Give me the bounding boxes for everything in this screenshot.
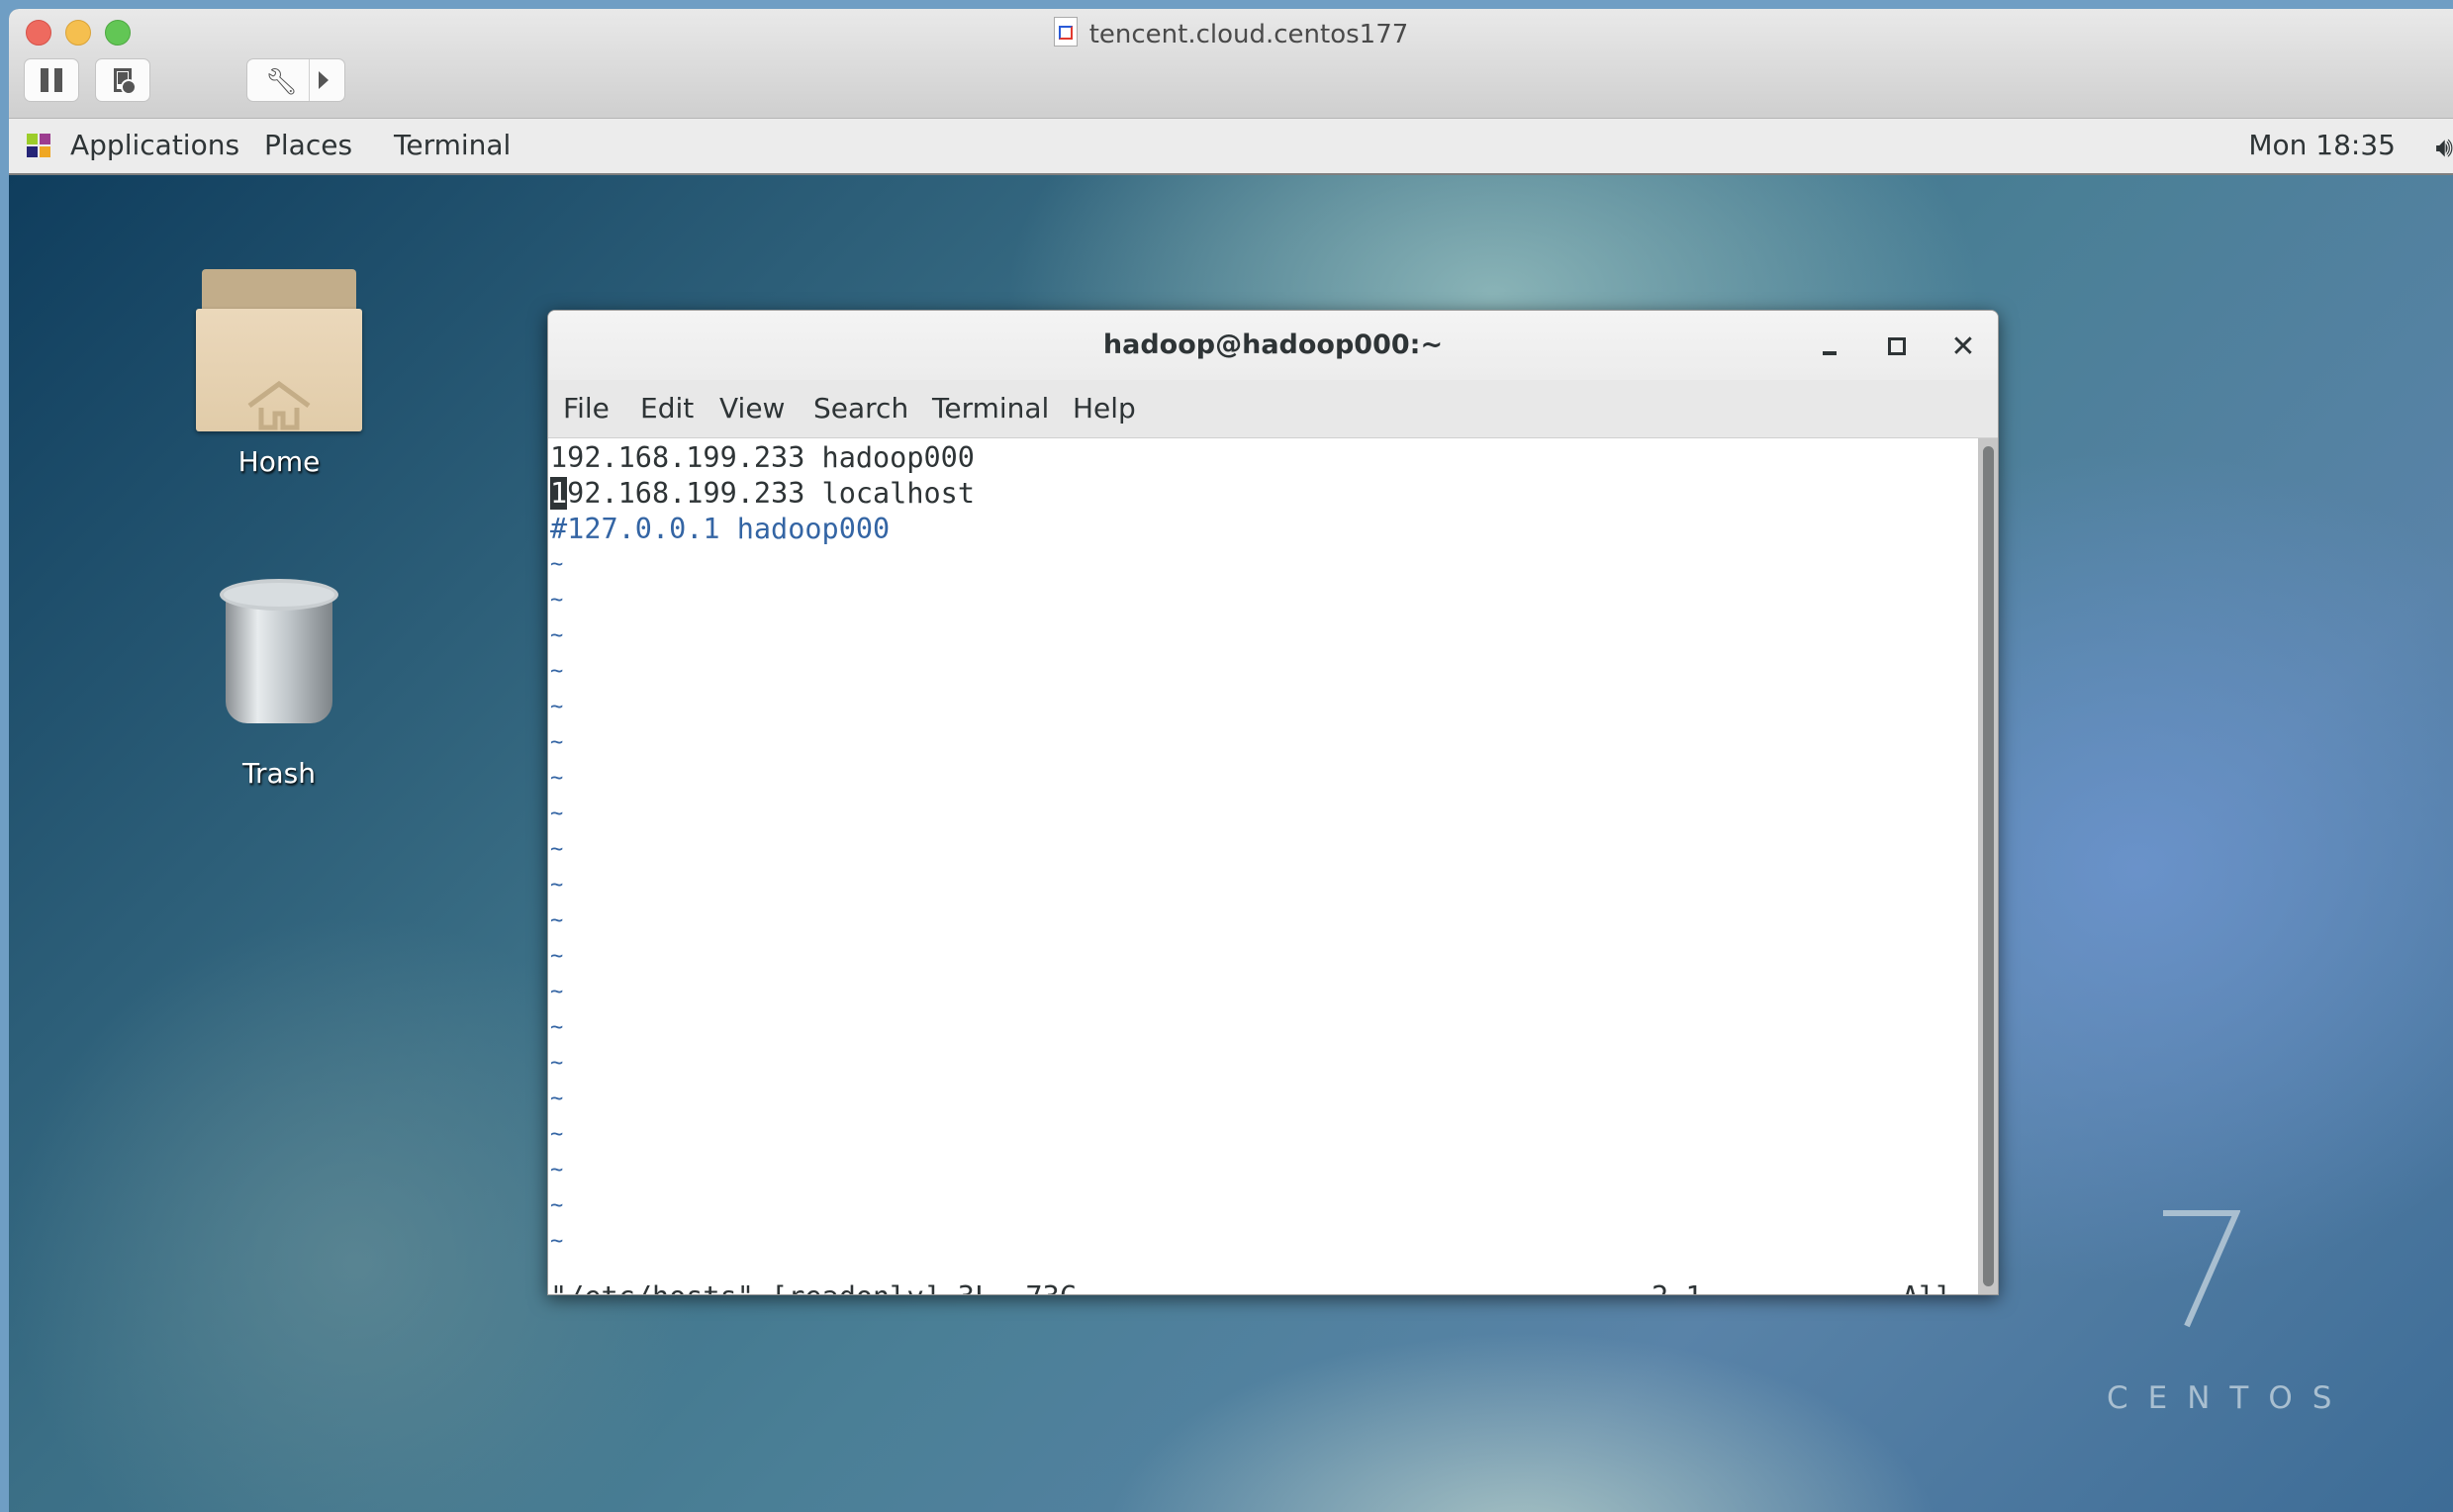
desktop-icon-trash[interactable]: Trash	[160, 579, 398, 790]
empty-line-marker: ~	[550, 552, 564, 577]
menu-file[interactable]: File	[563, 392, 610, 425]
centos-version-watermark	[2163, 1210, 2240, 1328]
desktop-icon-home[interactable]: Home	[160, 269, 398, 478]
desktop-icon-label: Trash	[242, 757, 316, 790]
file-line-text: 92.168.199.233 localhost	[567, 477, 975, 510]
scrollbar[interactable]	[1978, 438, 1998, 1294]
close-icon: ✕	[1950, 329, 1976, 364]
terminal-app-menu[interactable]: Terminal	[394, 129, 511, 161]
empty-line-marker: ~	[550, 944, 564, 969]
terminal-content[interactable]: 192.168.199.233 hadoop000 192.168.199.23…	[548, 438, 1978, 1294]
terminal-window: hadoop@hadoop000:~ ✕ File Edit View Sear…	[547, 310, 1999, 1295]
menu-edit[interactable]: Edit	[640, 392, 694, 425]
menu-help[interactable]: Help	[1073, 392, 1136, 425]
empty-line-marker: ~	[550, 1051, 564, 1076]
empty-line-marker: ~	[550, 588, 564, 613]
terminal-menubar: File Edit View Search Terminal Help	[548, 380, 1998, 438]
file-line: 192.168.199.233 localhost	[550, 476, 975, 512]
speaker-icon[interactable]: 🔊︎	[2435, 131, 2453, 164]
host-title-text: tencent.cloud.centos177	[1088, 20, 1409, 49]
cursor-position: 2,1	[1651, 1279, 1702, 1294]
empty-line-marker: ~	[550, 1122, 564, 1147]
terminal-titlebar[interactable]: hadoop@hadoop000:~ ✕	[548, 311, 1998, 381]
snapshot-button[interactable]	[95, 58, 150, 102]
file-line-comment: #127.0.0.1 hadoop000	[550, 513, 891, 545]
places-menu[interactable]: Places	[264, 129, 352, 161]
snapshot-icon	[114, 68, 137, 95]
empty-line-marker: ~	[550, 1229, 564, 1254]
menu-search[interactable]: Search	[813, 392, 908, 425]
minimize-button[interactable]	[1808, 325, 1851, 368]
trash-icon	[220, 579, 338, 727]
empty-line-marker: ~	[550, 873, 564, 898]
wrench-icon: 🔧︎	[265, 67, 299, 97]
maximize-button[interactable]	[1875, 325, 1919, 368]
host-titlebar: tencent.cloud.centos177 🔧︎	[9, 9, 2453, 119]
empty-line-marker: ~	[550, 1087, 564, 1111]
clock[interactable]: Mon 18:35	[2248, 129, 2396, 161]
empty-line-marker: ~	[550, 766, 564, 791]
scroll-position: All	[1902, 1279, 1952, 1294]
triangle-right-icon[interactable]	[319, 71, 329, 89]
vim-status-message: "/etc/hosts" [readonly] 3L, 73C	[550, 1279, 1077, 1294]
empty-line-marker: ~	[550, 623, 564, 648]
empty-line-marker: ~	[550, 730, 564, 755]
menu-terminal[interactable]: Terminal	[932, 392, 1049, 425]
vm-document-icon	[1053, 17, 1078, 47]
settings-button[interactable]: 🔧︎	[246, 58, 345, 102]
empty-line-marker: ~	[550, 1015, 564, 1040]
empty-line-marker: ~	[550, 908, 564, 933]
minimize-icon	[1823, 351, 1837, 355]
host-window-title: tencent.cloud.centos177	[9, 17, 2453, 49]
divider	[309, 59, 310, 101]
scrollbar-thumb[interactable]	[1983, 446, 1994, 1286]
empty-line-marker: ~	[550, 1193, 564, 1218]
centos-brand-watermark: CENTOS	[2107, 1380, 2352, 1416]
empty-line-marker: ~	[550, 659, 564, 684]
pause-icon	[41, 68, 62, 92]
text-cursor: 1	[550, 477, 568, 510]
maximize-icon	[1888, 337, 1906, 355]
menu-view[interactable]: View	[719, 392, 785, 425]
desktop-icon-label: Home	[237, 445, 321, 478]
applications-menu[interactable]: Applications	[70, 129, 239, 161]
empty-line-marker: ~	[550, 837, 564, 862]
empty-line-marker: ~	[550, 1158, 564, 1182]
close-button[interactable]: ✕	[1941, 325, 1985, 368]
empty-line-marker: ~	[550, 980, 564, 1004]
pause-vm-button[interactable]	[24, 58, 79, 102]
file-line: 192.168.199.233 hadoop000	[550, 441, 975, 474]
terminal-title: hadoop@hadoop000:~	[1102, 330, 1444, 360]
empty-line-marker: ~	[550, 802, 564, 826]
centos-logo-icon	[27, 134, 52, 159]
home-folder-icon	[196, 269, 362, 431]
gnome-top-panel: Applications Places Terminal Mon 18:35 🔊…	[9, 119, 2453, 175]
empty-line-marker: ~	[550, 695, 564, 719]
